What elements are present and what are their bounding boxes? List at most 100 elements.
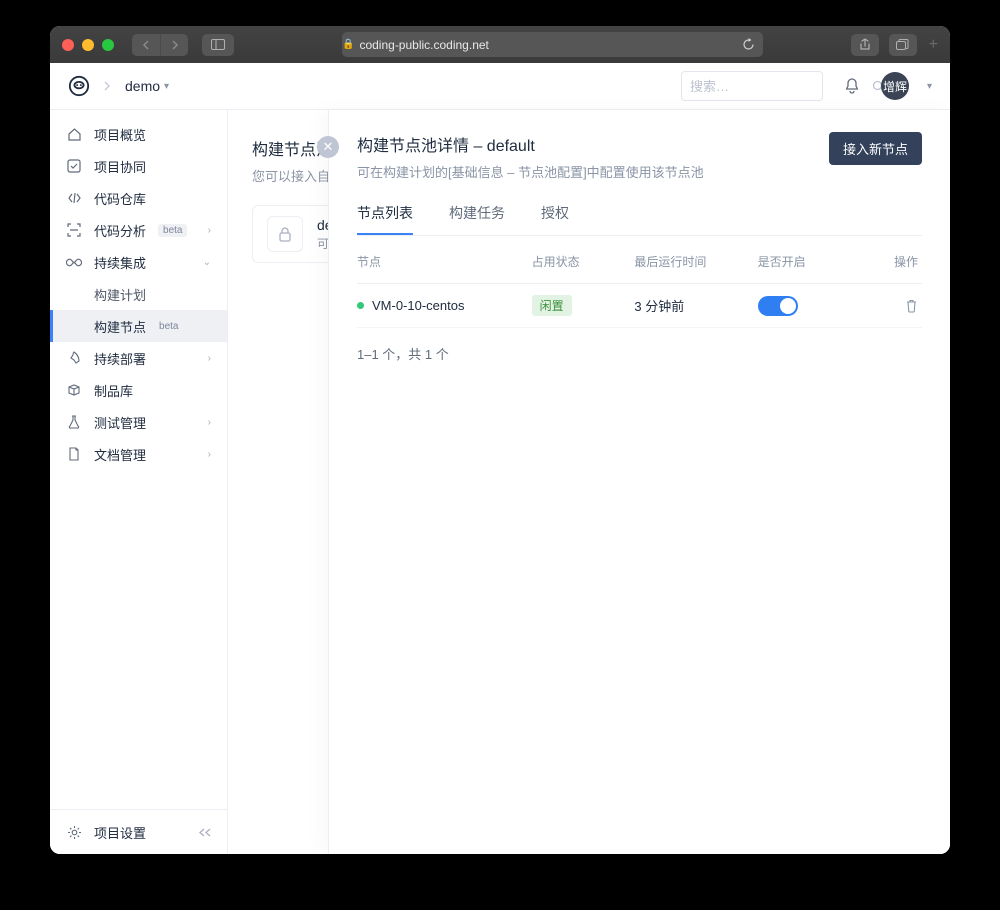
- sidebar-sub-label: 构建计划: [94, 285, 146, 304]
- check-square-icon: [66, 159, 82, 173]
- cell-enabled: [758, 296, 861, 316]
- lock-icon: 🔒: [342, 39, 354, 50]
- sidebar-item-label: 测试管理: [94, 413, 146, 432]
- sidebar-item-label: 代码分析: [94, 221, 146, 240]
- tab-auth[interactable]: 授权: [541, 203, 569, 235]
- global-search[interactable]: [681, 71, 823, 101]
- close-window-icon[interactable]: [62, 39, 74, 51]
- tab-build-jobs[interactable]: 构建任务: [449, 203, 505, 235]
- new-tab-button[interactable]: +: [929, 36, 938, 54]
- app-root: demo ▾ 增辉 ▾ 项目概览: [50, 63, 950, 854]
- app-body: 项目概览 项目协同 代码仓库 代码分析 beta ›: [50, 110, 950, 854]
- chevron-down-icon: ▾: [164, 81, 169, 92]
- sidebar-sub-build-node[interactable]: 构建节点 beta: [50, 310, 227, 342]
- col-enabled: 是否开启: [758, 253, 861, 270]
- table-header: 节点 占用状态 最后运行时间 是否开启 操作: [357, 240, 922, 284]
- chevron-right-icon: ›: [208, 417, 211, 428]
- status-dot-icon: [357, 302, 364, 309]
- sidebar-item-analysis[interactable]: 代码分析 beta ›: [50, 214, 227, 246]
- col-status: 占用状态: [532, 253, 635, 270]
- sidebar-item-collab[interactable]: 项目协同: [50, 150, 227, 182]
- gear-icon: [66, 825, 82, 840]
- code-icon: [66, 192, 82, 204]
- breadcrumb-project-label: demo: [125, 78, 160, 94]
- beta-badge: beta: [158, 224, 187, 237]
- chevron-right-icon: ›: [208, 353, 211, 364]
- sidebar-toggle-button[interactable]: [202, 34, 234, 56]
- sidebar-item-label: 项目协同: [94, 157, 146, 176]
- cell-node-name[interactable]: VM-0-10-centos: [357, 298, 532, 313]
- avatar[interactable]: 增辉: [881, 72, 909, 100]
- rocket-icon: [66, 351, 82, 365]
- sidebar-footer: 项目设置: [50, 809, 227, 854]
- chevron-right-icon: ›: [208, 225, 211, 236]
- forward-button[interactable]: [160, 34, 188, 56]
- document-icon: [66, 447, 82, 461]
- cell-status: 闲置: [532, 295, 635, 316]
- lock-icon: [267, 216, 303, 252]
- sidebar-item-settings[interactable]: 项目设置: [50, 810, 227, 854]
- sidebar-item-label: 项目设置: [94, 823, 146, 842]
- sidebar-item-repo[interactable]: 代码仓库: [50, 182, 227, 214]
- scan-icon: [66, 223, 82, 237]
- package-icon: [66, 383, 82, 397]
- enabled-toggle[interactable]: [758, 296, 798, 316]
- user-menu-chevron-icon[interactable]: ▾: [927, 81, 932, 92]
- detail-panel: ✕ 构建节点池详情 – default 可在构建计划的[基础信息 – 节点池配置…: [328, 110, 950, 854]
- reload-icon[interactable]: [742, 38, 755, 51]
- main-content: 构建节点池 您可以接入自己的 def 可用 ✕ 构建: [228, 110, 950, 854]
- status-badge: 闲置: [532, 295, 572, 316]
- sidebar-item-label: 持续集成: [94, 253, 146, 272]
- cell-lastrun: 3 分钟前: [634, 296, 757, 315]
- sidebar-sub-label: 构建节点: [94, 317, 146, 336]
- panel-title: 构建节点池详情 – default: [357, 132, 704, 156]
- sidebar-item-docs[interactable]: 文档管理 ›: [50, 438, 227, 470]
- sidebar-sub-build-plan[interactable]: 构建计划: [50, 278, 227, 310]
- home-icon: [66, 127, 82, 142]
- table-row: VM-0-10-centos 闲置 3 分钟前: [357, 284, 922, 328]
- panel-subtitle: 可在构建计划的[基础信息 – 节点池配置]中配置使用该节点池: [357, 162, 704, 181]
- col-node: 节点: [357, 253, 532, 270]
- app-header: demo ▾ 增辉 ▾: [50, 63, 950, 110]
- back-button[interactable]: [132, 34, 160, 56]
- beta-badge: beta: [154, 320, 183, 333]
- browser-window: 🔒 coding-public.coding.net +: [50, 26, 950, 854]
- sidebar-item-label: 代码仓库: [94, 189, 146, 208]
- tab-node-list[interactable]: 节点列表: [357, 203, 413, 235]
- app-logo[interactable]: [68, 75, 90, 97]
- breadcrumb-project[interactable]: demo ▾: [125, 78, 169, 94]
- sidebar-item-test[interactable]: 测试管理 ›: [50, 406, 227, 438]
- title-bar-right: +: [851, 34, 938, 56]
- delete-button[interactable]: [905, 299, 918, 313]
- node-table: 节点 占用状态 最后运行时间 是否开启 操作 VM-0-10-centos: [357, 240, 922, 328]
- col-actions: 操作: [860, 253, 922, 270]
- share-button[interactable]: [851, 34, 879, 56]
- add-node-button[interactable]: 接入新节点: [829, 132, 922, 165]
- sidebar-item-cd[interactable]: 持续部署 ›: [50, 342, 227, 374]
- browser-title-bar: 🔒 coding-public.coding.net +: [50, 26, 950, 63]
- infinity-icon: [66, 258, 82, 267]
- address-bar[interactable]: 🔒 coding-public.coding.net: [342, 32, 763, 57]
- pagination-text: 1–1 个，共 1 个: [357, 344, 922, 363]
- url-text: coding-public.coding.net: [359, 38, 488, 52]
- sidebar-item-overview[interactable]: 项目概览: [50, 118, 227, 150]
- sidebar-item-artifact[interactable]: 制品库: [50, 374, 227, 406]
- collapse-icon[interactable]: [198, 827, 211, 838]
- close-panel-button[interactable]: ✕: [317, 136, 339, 158]
- sidebar-item-ci[interactable]: 持续集成 ⌄: [50, 246, 227, 278]
- flask-icon: [66, 415, 82, 429]
- col-lastrun: 最后运行时间: [634, 253, 757, 270]
- node-name-text: VM-0-10-centos: [372, 298, 464, 313]
- notifications-button[interactable]: [837, 78, 867, 95]
- zoom-window-icon[interactable]: [102, 39, 114, 51]
- nav-back-forward: [132, 34, 188, 56]
- sidebar-item-label: 项目概览: [94, 125, 146, 144]
- tabs-button[interactable]: [889, 34, 917, 56]
- sidebar: 项目概览 项目协同 代码仓库 代码分析 beta ›: [50, 110, 228, 854]
- chevron-down-icon: ⌄: [203, 257, 211, 268]
- chevron-right-icon: ›: [208, 449, 211, 460]
- minimize-window-icon[interactable]: [82, 39, 94, 51]
- cell-actions: [860, 299, 922, 313]
- breadcrumb-sep-icon: [104, 81, 111, 91]
- panel-tabs: 节点列表 构建任务 授权: [357, 203, 922, 236]
